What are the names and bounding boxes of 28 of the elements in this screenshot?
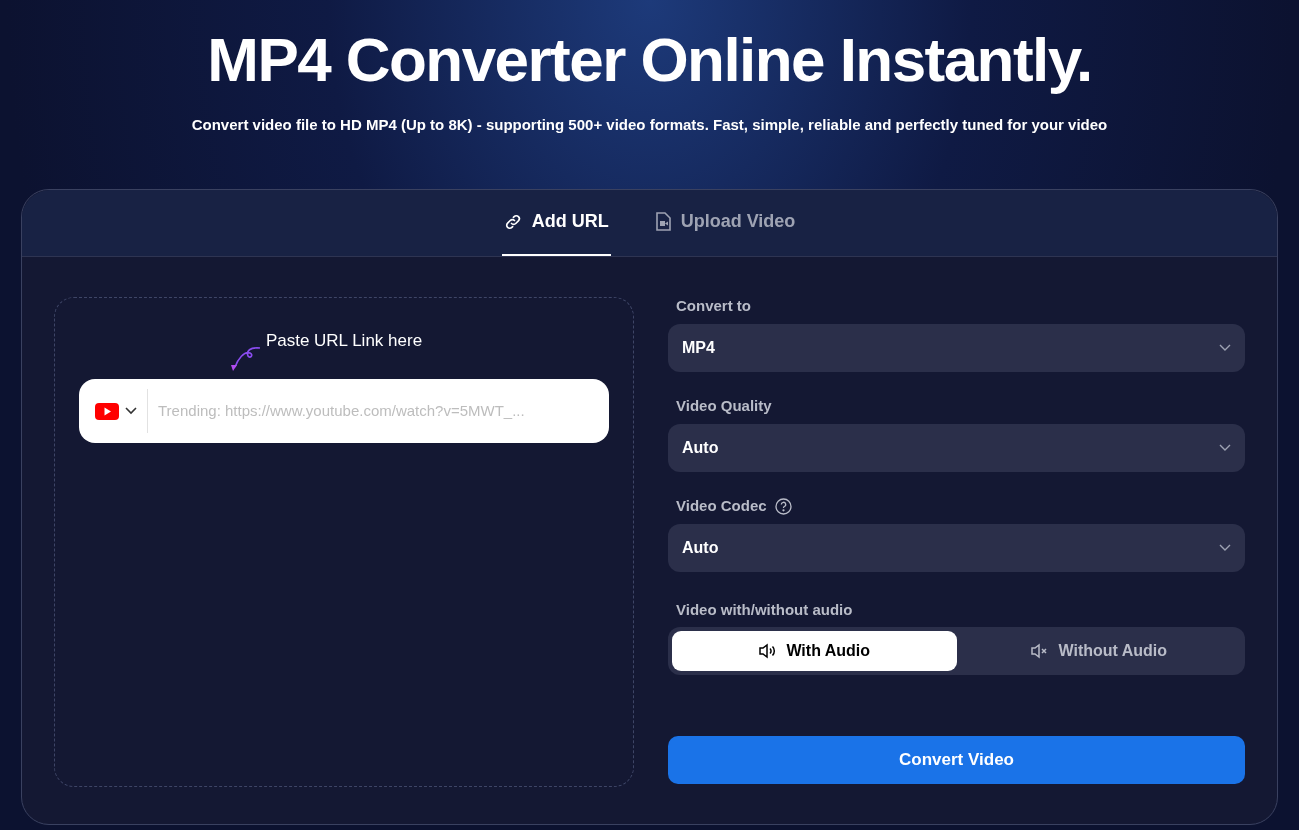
audio-option[interactable]: With Audio — [672, 631, 957, 671]
link-icon — [503, 212, 522, 231]
select-dropdown[interactable]: MP4 — [668, 323, 1245, 372]
field-label: Video Quality — [676, 396, 772, 417]
url-input-field[interactable]: Trending: https://www.youtube.com/watch?v=5MWT_... — [158, 399, 593, 423]
chevron-down-icon — [1219, 444, 1231, 451]
field-label: Video with/without audio — [676, 599, 854, 620]
page-title: MP4 Converter Online Instantly. — [207, 28, 1092, 92]
speaker-icon — [758, 643, 777, 659]
tab[interactable]: Add URL — [501, 189, 611, 256]
select-dropdown[interactable]: Auto — [668, 423, 1245, 472]
play-logo-icon — [95, 402, 119, 420]
page-subtitle: Convert video file to HD MP4 (Up to 8K) - supporting 500+ video formats. Fast, simple, reliable and perfectly tuned for your video — [191, 115, 1108, 135]
chevron-down-icon — [1219, 344, 1231, 351]
field-label: Convert to — [676, 296, 751, 317]
paste-hint: Paste URL Link here — [265, 329, 423, 352]
tab[interactable]: Upload Video — [652, 189, 798, 256]
muted-speaker-icon — [1030, 643, 1049, 659]
platform-dropdown[interactable] — [95, 389, 148, 433]
file-icon — [654, 212, 671, 231]
select-dropdown[interactable]: Auto — [668, 523, 1245, 572]
chevron-down-icon — [1219, 544, 1231, 551]
audio-option[interactable]: Without Audio — [956, 631, 1241, 671]
url-input-bar[interactable]: Trending: https://www.youtube.com/watch?v=5MWT_... — [79, 379, 609, 443]
chevron-down-icon — [125, 407, 137, 415]
convert-button[interactable]: Convert Video — [668, 736, 1245, 784]
help-icon[interactable] — [774, 498, 792, 515]
field-label: Video Codec — [676, 496, 767, 517]
